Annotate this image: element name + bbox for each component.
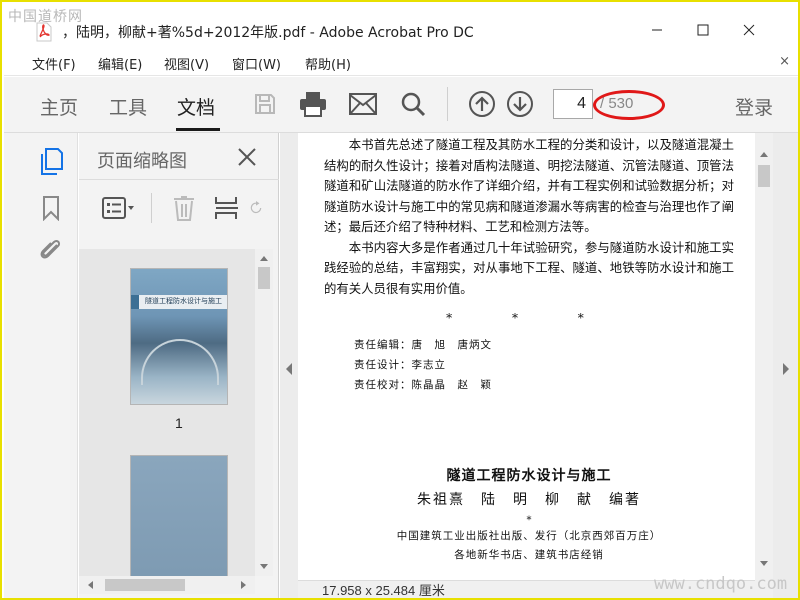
- menu-bar: 文件(F) 编辑(E) 视图(V) 窗口(W) 帮助(H) ×: [4, 50, 798, 76]
- menu-view[interactable]: 视图(V): [164, 54, 209, 73]
- document-scrollbar[interactable]: [755, 133, 773, 598]
- scroll-up-icon: [260, 256, 268, 261]
- menu-edit[interactable]: 编辑(E): [98, 54, 142, 73]
- credit-proofreader: 责任校对：陈晶晶 赵 颖: [354, 379, 492, 391]
- rotate-icon[interactable]: [249, 193, 263, 223]
- thumbnails-panel: 页面缩略图 隧道工程防水设计与施工 1: [79, 133, 279, 598]
- app-window: 中国道桥网 ，陆明，柳献+著%5d+2012年版.pdf - Adobe Acr…: [0, 0, 800, 600]
- doc-scroll-down-icon: [760, 561, 768, 566]
- toolbar: 主页 工具 文档 4 / 530 登录: [4, 77, 798, 133]
- panel-tool-separator: [151, 193, 152, 223]
- annotation-ellipse: [593, 90, 665, 120]
- maximize-button[interactable]: [680, 12, 726, 48]
- login-button[interactable]: 登录: [735, 93, 773, 120]
- menu-help[interactable]: 帮助(H): [305, 54, 351, 73]
- menu-window[interactable]: 窗口(W): [232, 54, 281, 73]
- mail-icon[interactable]: [349, 90, 377, 118]
- thumbnail-scrollbar[interactable]: [255, 249, 273, 576]
- book-title: 隧道工程防水设计与施工: [446, 468, 612, 484]
- panel-divider: [79, 179, 279, 180]
- insert-page-icon[interactable]: [213, 193, 241, 223]
- toolbar-separator: [447, 87, 448, 121]
- panel-title: 页面缩略图: [97, 151, 187, 172]
- page-down-icon[interactable]: [506, 90, 534, 118]
- expand-right-panel-icon: [783, 363, 789, 375]
- page-number-input[interactable]: 4: [553, 89, 593, 119]
- tab-home[interactable]: 主页: [40, 93, 78, 120]
- thumbnail-label: 1: [175, 415, 183, 431]
- paragraph-1: 本书首先总述了隧道工程及其防水工程的分类和设计，以及隧道混凝土结构的耐久性设计；…: [324, 137, 734, 234]
- close-window-button[interactable]: [726, 12, 772, 48]
- thumbnail-cover-tunnel: [141, 339, 219, 385]
- publisher-star: *: [526, 515, 532, 526]
- scroll-right-icon: [241, 581, 246, 589]
- distributor-line: 各地新华书店、建筑书店经销: [454, 549, 604, 561]
- doc-scroll-up-icon: [760, 152, 768, 157]
- thumbnail-list: 隧道工程防水设计与施工 1: [79, 249, 255, 582]
- scroll-left-icon: [88, 581, 93, 589]
- watermark-bottom-right: www.cndqo.com: [654, 574, 788, 594]
- thumbnail-page-1[interactable]: 隧道工程防水设计与施工: [130, 268, 228, 405]
- window-title: ，陆明，柳献+著%5d+2012年版.pdf - Adobe Acrobat P…: [62, 25, 474, 41]
- bookmark-icon[interactable]: [38, 193, 64, 223]
- panel-splitter[interactable]: [280, 133, 298, 598]
- credit-designer: 责任设计：李志立: [354, 359, 446, 371]
- tab-document[interactable]: 文档: [177, 93, 215, 120]
- save-icon[interactable]: [251, 90, 279, 118]
- scroll-down-icon: [260, 564, 268, 569]
- title-bar: 中国道桥网 ，陆明，柳献+著%5d+2012年版.pdf - Adobe Acr…: [4, 4, 798, 50]
- right-panel-handle[interactable]: [773, 133, 798, 598]
- search-icon[interactable]: [399, 90, 427, 118]
- collapse-panel-icon: [286, 363, 292, 375]
- paragraph-2: 本书内容大多是作者通过几十年试验研究，参与隧道防水设计和施工实践经验的总结，丰富…: [324, 239, 734, 296]
- thumbnail-page-2[interactable]: [130, 455, 228, 582]
- left-rail: [4, 133, 78, 598]
- print-icon[interactable]: [299, 90, 327, 118]
- document-page: 本书首先总述了隧道工程及其防水工程的分类和设计，以及隧道混凝土结构的耐久性设计；…: [324, 135, 734, 562]
- pdf-file-icon: [36, 22, 52, 42]
- doc-scrollbar-thumb[interactable]: [758, 165, 770, 187]
- active-tab-indicator: [176, 128, 220, 131]
- delete-icon[interactable]: [171, 193, 197, 223]
- minimize-button[interactable]: [634, 12, 680, 48]
- close-document-button[interactable]: ×: [779, 54, 790, 69]
- thumbnail-options-icon[interactable]: [99, 193, 139, 223]
- publisher-line: 中国建筑工业出版社出版、发行（北京西郊百万庄）: [396, 530, 662, 542]
- page-thumbnails-icon[interactable]: [38, 147, 64, 177]
- tab-tools[interactable]: 工具: [109, 93, 147, 120]
- credit-editor: 责任编辑：唐 旭 唐炳文: [354, 339, 492, 351]
- page-up-icon[interactable]: [468, 90, 496, 118]
- menu-file[interactable]: 文件(F): [32, 54, 76, 73]
- scrollbar-thumb[interactable]: [258, 267, 270, 289]
- attachment-icon[interactable]: [38, 235, 64, 265]
- thumbnail-h-scrollbar[interactable]: [79, 576, 255, 594]
- close-icon: [743, 24, 755, 36]
- panel-close-icon[interactable]: [235, 145, 259, 169]
- thumbnail-cover-title: 隧道工程防水设计与施工: [145, 297, 222, 305]
- book-authors: 朱祖熹 陆 明 柳 献 编著: [417, 492, 641, 508]
- h-scrollbar-thumb[interactable]: [105, 579, 185, 591]
- section-separator: * * *: [446, 311, 612, 325]
